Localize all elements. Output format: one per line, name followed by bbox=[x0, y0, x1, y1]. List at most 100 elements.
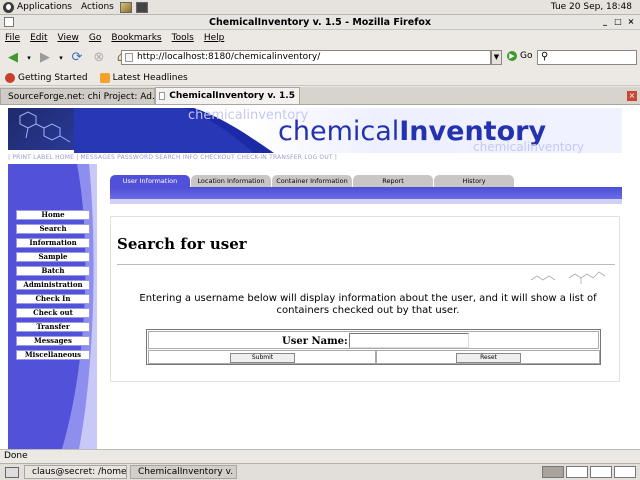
applications-label: Applications bbox=[17, 2, 72, 12]
tab-chemicalinventory[interactable]: ChemicalInventory v. 1.5 bbox=[155, 87, 300, 104]
menu-help[interactable]: Help bbox=[204, 33, 225, 43]
bookmark-label: Latest Headlines bbox=[112, 72, 188, 83]
tab-label: SourceForge.net: chi Project: Ad... bbox=[8, 91, 161, 102]
rss-feed-icon bbox=[99, 72, 110, 83]
workspace-4[interactable] bbox=[614, 466, 636, 478]
page-favicon-icon bbox=[159, 92, 166, 100]
window-title: ChemicalInventory v. 1.5 - Mozilla Firef… bbox=[209, 16, 431, 28]
maximize-button[interactable]: □ bbox=[613, 17, 623, 27]
sidebar-item-administration[interactable]: Administration bbox=[16, 280, 90, 290]
username-input[interactable] bbox=[349, 333, 469, 348]
go-label: Go bbox=[520, 51, 533, 61]
reset-cell: Reset bbox=[376, 350, 600, 364]
close-tab-icon[interactable]: × bbox=[627, 91, 637, 101]
menu-go[interactable]: Go bbox=[89, 33, 101, 43]
taskbar-firefox[interactable]: ChemicalInventory v. 1 bbox=[130, 465, 237, 479]
search-magnifier-icon: ⚲ bbox=[541, 51, 549, 62]
divider bbox=[117, 264, 615, 265]
url-dropdown-icon[interactable]: ▼ bbox=[491, 50, 502, 65]
tab-sourceforge[interactable]: SourceForge.net: chi Project: Ad... bbox=[0, 88, 161, 104]
submit-cell: Submit bbox=[148, 350, 376, 364]
window-menu-icon[interactable] bbox=[4, 17, 14, 27]
reload-icon[interactable]: ⟳ bbox=[66, 48, 88, 68]
status-text: Done bbox=[4, 451, 28, 461]
terminal-launcher-icon[interactable] bbox=[135, 1, 148, 13]
workspace-3[interactable] bbox=[590, 466, 612, 478]
menu-file[interactable]: File bbox=[5, 33, 20, 43]
search-user-panel: Search for user Entering a username belo… bbox=[110, 216, 620, 382]
forward-arrow-icon[interactable]: ▶ bbox=[34, 48, 56, 68]
text-editor-launcher-icon[interactable] bbox=[119, 1, 132, 13]
tab-report[interactable]: Report bbox=[353, 175, 433, 187]
sidebar-item-messages[interactable]: Messages bbox=[16, 336, 90, 346]
sidebar-item-miscellaneous[interactable]: Miscellaneous bbox=[16, 350, 90, 360]
tab-container-information[interactable]: Container Information bbox=[272, 175, 352, 187]
sidebar-item-check-in[interactable]: Check In bbox=[16, 294, 90, 304]
close-window-button[interactable]: × bbox=[626, 17, 636, 27]
menu-edit[interactable]: Edit bbox=[30, 33, 47, 43]
search-form: User Name: Submit Reset bbox=[146, 329, 601, 365]
menu-bookmarks[interactable]: Bookmarks bbox=[111, 33, 161, 43]
actions-menu[interactable]: Actions bbox=[77, 2, 118, 12]
username-row: User Name: bbox=[148, 331, 599, 349]
page-content: chemicalinventory chemicalInventory chem… bbox=[0, 105, 640, 449]
molecule-logo-icon bbox=[8, 108, 80, 150]
brand-ghost-text-lower: chemicalinventory bbox=[473, 140, 585, 153]
top-link-bar[interactable]: | PRINT LABEL HOME | MESSAGES PASSWORD S… bbox=[8, 154, 622, 161]
bookmark-label: Getting Started bbox=[18, 72, 88, 83]
page-tabs: User Information Location Information Co… bbox=[110, 175, 622, 187]
minimize-button[interactable]: _ bbox=[600, 17, 610, 27]
menubar: File Edit View Go Bookmarks Tools Help bbox=[0, 30, 640, 45]
bookmark-getting-started[interactable]: Getting Started bbox=[5, 72, 88, 83]
brand-prefix: chemical bbox=[278, 116, 400, 147]
sidebar-item-sample[interactable]: Sample bbox=[16, 252, 90, 262]
sidebar: Home Search Information Sample Batch Adm… bbox=[8, 164, 97, 449]
reset-button[interactable]: Reset bbox=[456, 353, 521, 363]
page-icon bbox=[125, 53, 133, 62]
stop-icon[interactable]: ⊗ bbox=[88, 48, 110, 68]
workspace-switcher bbox=[542, 466, 640, 478]
taskbar-label: claus@secret: /home/c bbox=[32, 467, 127, 477]
gnome-bottom-panel: claus@secret: /home/c ChemicalInventory … bbox=[0, 463, 640, 480]
bookmark-icon bbox=[5, 72, 15, 83]
show-desktop-icon[interactable] bbox=[5, 466, 19, 478]
taskbar-terminal[interactable]: claus@secret: /home/c bbox=[24, 465, 127, 479]
bookmarks-toolbar: Getting Started Latest Headlines bbox=[0, 70, 640, 86]
gnome-foot-icon bbox=[3, 1, 14, 13]
back-arrow-icon[interactable]: ◀ bbox=[2, 48, 24, 68]
search-input[interactable]: ⚲ bbox=[537, 50, 637, 65]
bookmark-latest-headlines[interactable]: Latest Headlines bbox=[99, 72, 188, 83]
tab-header-bar bbox=[110, 187, 622, 204]
site-banner: chemicalinventory chemicalInventory chem… bbox=[8, 108, 622, 153]
workspace-1[interactable] bbox=[542, 466, 564, 478]
tab-location-information[interactable]: Location Information bbox=[191, 175, 271, 187]
back-history-dropdown-icon[interactable]: ▾ bbox=[24, 48, 34, 68]
applications-menu[interactable]: Applications bbox=[0, 1, 77, 13]
clock[interactable]: Tue 20 Sep, 18:48 bbox=[551, 2, 640, 12]
url-field[interactable]: http://localhost:8180/chemicalinventory/ bbox=[121, 50, 491, 65]
page-title: Search for user bbox=[117, 235, 247, 253]
url-text: http://localhost:8180/chemicalinventory/ bbox=[137, 52, 321, 62]
browser-tab-bar: SourceForge.net: chi Project: Ad... Chem… bbox=[0, 87, 640, 105]
tab-history[interactable]: History bbox=[434, 175, 514, 187]
go-button[interactable]: ▶ Go bbox=[507, 51, 532, 61]
window-titlebar[interactable]: ChemicalInventory v. 1.5 - Mozilla Firef… bbox=[0, 15, 640, 30]
sidebar-item-search[interactable]: Search bbox=[16, 224, 90, 234]
workspace-2[interactable] bbox=[566, 466, 588, 478]
menu-tools[interactable]: Tools bbox=[172, 33, 194, 43]
sidebar-item-batch[interactable]: Batch bbox=[16, 266, 90, 276]
sidebar-item-home[interactable]: Home bbox=[16, 210, 90, 220]
sidebar-item-check-out[interactable]: Check out bbox=[16, 308, 90, 318]
username-label: User Name: bbox=[282, 336, 348, 347]
description-text: Entering a username below will display i… bbox=[139, 293, 597, 316]
taskbar-label: ChemicalInventory v. 1 bbox=[138, 467, 237, 477]
menu-view[interactable]: View bbox=[58, 33, 79, 43]
sidebar-item-transfer[interactable]: Transfer bbox=[16, 322, 90, 332]
submit-button[interactable]: Submit bbox=[230, 353, 295, 363]
forward-history-dropdown-icon[interactable]: ▾ bbox=[56, 48, 66, 68]
gnome-top-panel: Applications Actions Tue 20 Sep, 18:48 bbox=[0, 0, 640, 15]
sidebar-item-information[interactable]: Information bbox=[16, 238, 90, 248]
molecule-decoration-icon bbox=[530, 271, 606, 284]
status-bar: Done bbox=[0, 449, 640, 463]
tab-user-information[interactable]: User Information bbox=[110, 175, 190, 187]
